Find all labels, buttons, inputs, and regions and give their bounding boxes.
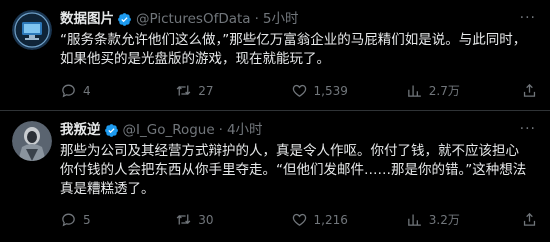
views-button[interactable]: 3.2万 [406,211,466,228]
avatar-image [12,121,52,161]
like-button[interactable]: 1,216 [291,211,351,228]
retweet-button[interactable]: 30 [175,211,235,228]
tweet-text: 那些为公司及其经营方式辩护的人，真是令人作呕。你付了钱，就不应该担心 你付钱的人… [60,143,527,197]
separator-dot: · [254,11,259,27]
retweet-button[interactable]: 27 [175,82,235,99]
retweet-icon [176,85,191,96]
retweet-count: 30 [198,212,214,227]
like-icon [292,84,306,97]
action-bar: 5 30 1,216 3.2万 [60,211,538,228]
view-count: 2.7万 [428,84,460,98]
verified-badge-icon [117,12,132,27]
share-icon [523,212,536,226]
display-name[interactable]: 数据图片 [60,10,114,28]
more-icon[interactable]: ··· [520,10,536,26]
views-button[interactable]: 2.7万 [406,82,466,99]
like-icon [292,213,306,226]
action-bar: 4 27 1,539 2.7万 [60,82,538,99]
retweet-icon [176,214,191,225]
display-name[interactable]: 我叛逆 [60,121,101,139]
timestamp[interactable]: 4小时 [227,121,263,139]
retweet-count: 27 [198,83,214,98]
share-icon [523,83,536,97]
view-count: 3.2万 [428,213,460,227]
views-icon [407,214,421,226]
reply-icon [62,213,75,227]
like-button[interactable]: 1,539 [291,82,351,99]
reply-button[interactable]: 5 [60,211,120,228]
tweet[interactable]: 我叛逆 @I_Go_Rogue · 4小时 ··· 那些为公司及其经营方式辩护的… [0,111,550,242]
like-count: 1,216 [313,212,348,227]
reply-icon [62,84,75,98]
share-button[interactable] [521,82,538,99]
share-button[interactable] [521,211,538,228]
timeline-feed: 数据图片 @PicturesOfData · 5小时 ··· “服务条款允许他们… [0,0,550,242]
tweet-text: “服务条款允许他们这么做，”那些亿万富翁企业的马屁精们如是说。与此同时， 如果他… [60,32,527,67]
tweet[interactable]: 数据图片 @PicturesOfData · 5小时 ··· “服务条款允许他们… [0,0,550,111]
reply-count: 5 [83,212,91,227]
avatar-image [12,10,52,50]
user-handle[interactable]: @PicturesOfData [136,10,251,28]
separator-dot: · [218,122,223,138]
verified-badge-icon [104,123,119,138]
avatar[interactable] [12,10,52,50]
avatar[interactable] [12,121,52,161]
user-handle[interactable]: @I_Go_Rogue [123,121,215,139]
more-icon[interactable]: ··· [520,121,536,137]
reply-button[interactable]: 4 [60,82,120,99]
like-count: 1,539 [313,83,348,98]
views-icon [407,85,421,97]
timestamp[interactable]: 5小时 [263,10,299,28]
reply-count: 4 [83,83,91,98]
